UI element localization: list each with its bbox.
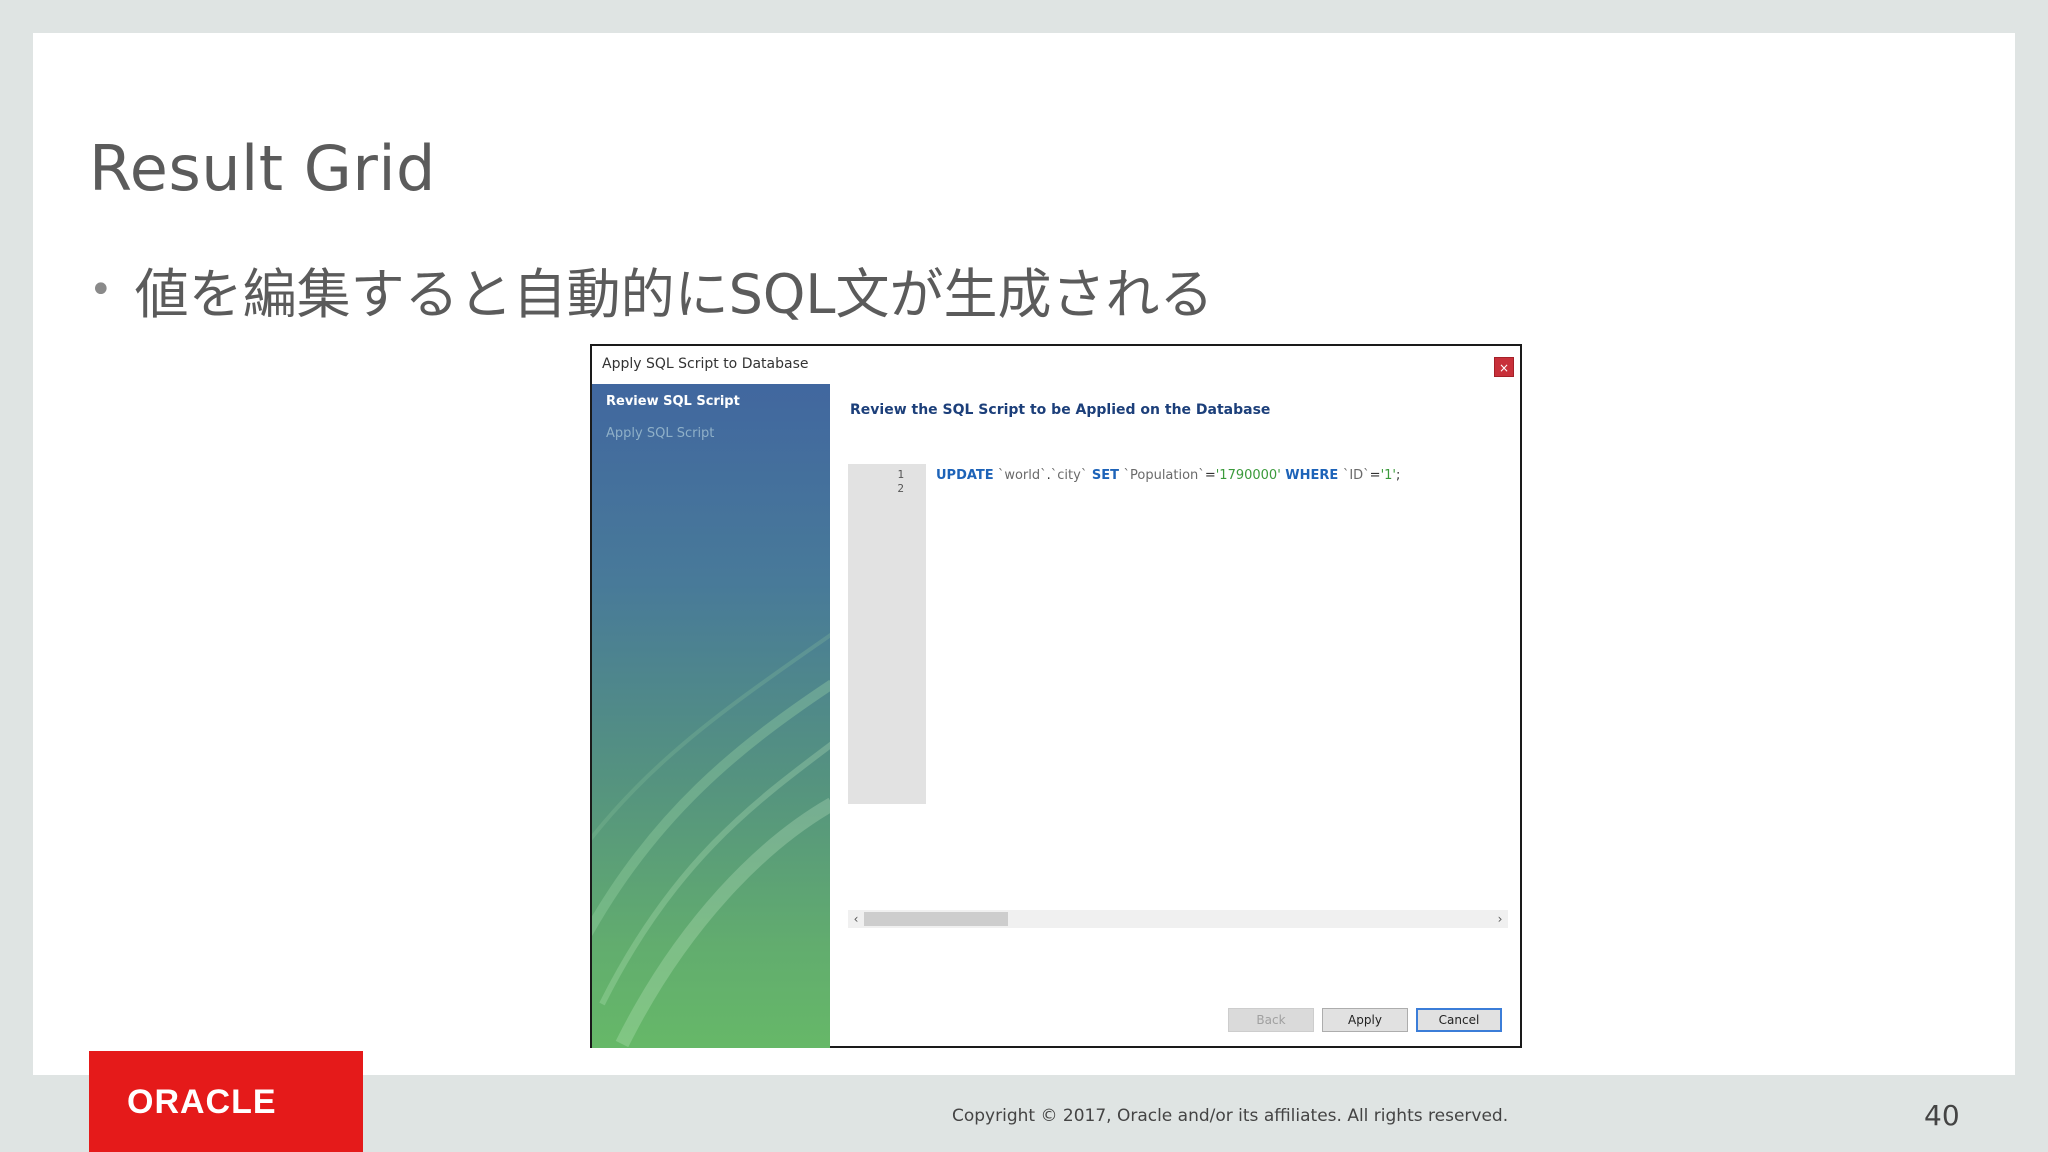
string-value: '1790000'	[1215, 468, 1281, 483]
identifier-population: `Population`	[1123, 468, 1205, 483]
wizard-sidebar: Review SQL Script Apply SQL Script	[592, 384, 830, 1048]
scroll-left-icon[interactable]: ‹	[848, 910, 864, 928]
step-apply-sql-script: Apply SQL Script	[606, 426, 715, 441]
content-heading: Review the SQL Script to be Applied on t…	[850, 402, 1271, 418]
identifier-world: `world`	[993, 468, 1047, 483]
oracle-logo: ORACLE	[89, 1051, 363, 1152]
page-number: 40	[1924, 1099, 1960, 1132]
keyword-where: WHERE	[1280, 468, 1343, 483]
line-number-gutter: 1 2	[848, 464, 926, 804]
dialog-title: Apply SQL Script to Database	[602, 356, 809, 372]
scroll-right-icon[interactable]: ›	[1492, 910, 1508, 928]
sql-editor[interactable]: 1 2 UPDATE `world`.`city` SET `Populatio…	[848, 464, 1508, 804]
string-id: '1'	[1380, 468, 1396, 483]
keyword-set: SET	[1087, 468, 1124, 483]
equals-operator: =	[1204, 468, 1216, 483]
close-icon: ×	[1498, 361, 1510, 375]
scrollbar-thumb[interactable]	[864, 912, 1008, 926]
identifier-city: `city`	[1050, 468, 1088, 483]
semicolon: ;	[1396, 468, 1401, 483]
decorative-swirl	[592, 632, 830, 1048]
bullet-item: • 値を編集すると自動的にSQL文が生成される	[89, 250, 1213, 329]
page-title: Result Grid	[89, 132, 436, 205]
copyright-text: Copyright © 2017, Oracle and/or its affi…	[952, 1106, 1509, 1126]
close-button[interactable]: ×	[1494, 357, 1514, 377]
horizontal-scrollbar[interactable]: ‹ ›	[848, 910, 1508, 928]
code-line: UPDATE `world`.`city` SET `Population`='…	[936, 468, 1400, 483]
equals-operator: =	[1369, 468, 1381, 483]
keyword-update: UPDATE	[936, 468, 994, 483]
apply-button[interactable]: Apply	[1322, 1008, 1408, 1032]
dialog-titlebar[interactable]: Apply SQL Script to Database ×	[592, 346, 1520, 384]
line-number: 1	[897, 468, 904, 481]
line-number: 2	[897, 482, 904, 495]
back-button[interactable]: Back	[1228, 1008, 1314, 1032]
apply-sql-dialog: Apply SQL Script to Database × Review SQ…	[590, 344, 1522, 1048]
step-review-sql-script: Review SQL Script	[606, 394, 740, 409]
logo-text: ORACLE	[127, 1083, 277, 1121]
identifier-id: `ID`	[1342, 468, 1370, 483]
cancel-button[interactable]: Cancel	[1416, 1008, 1502, 1032]
bullet-dot-icon: •	[89, 266, 113, 313]
bullet-text: 値を編集すると自動的にSQL文が生成される	[134, 263, 1214, 326]
